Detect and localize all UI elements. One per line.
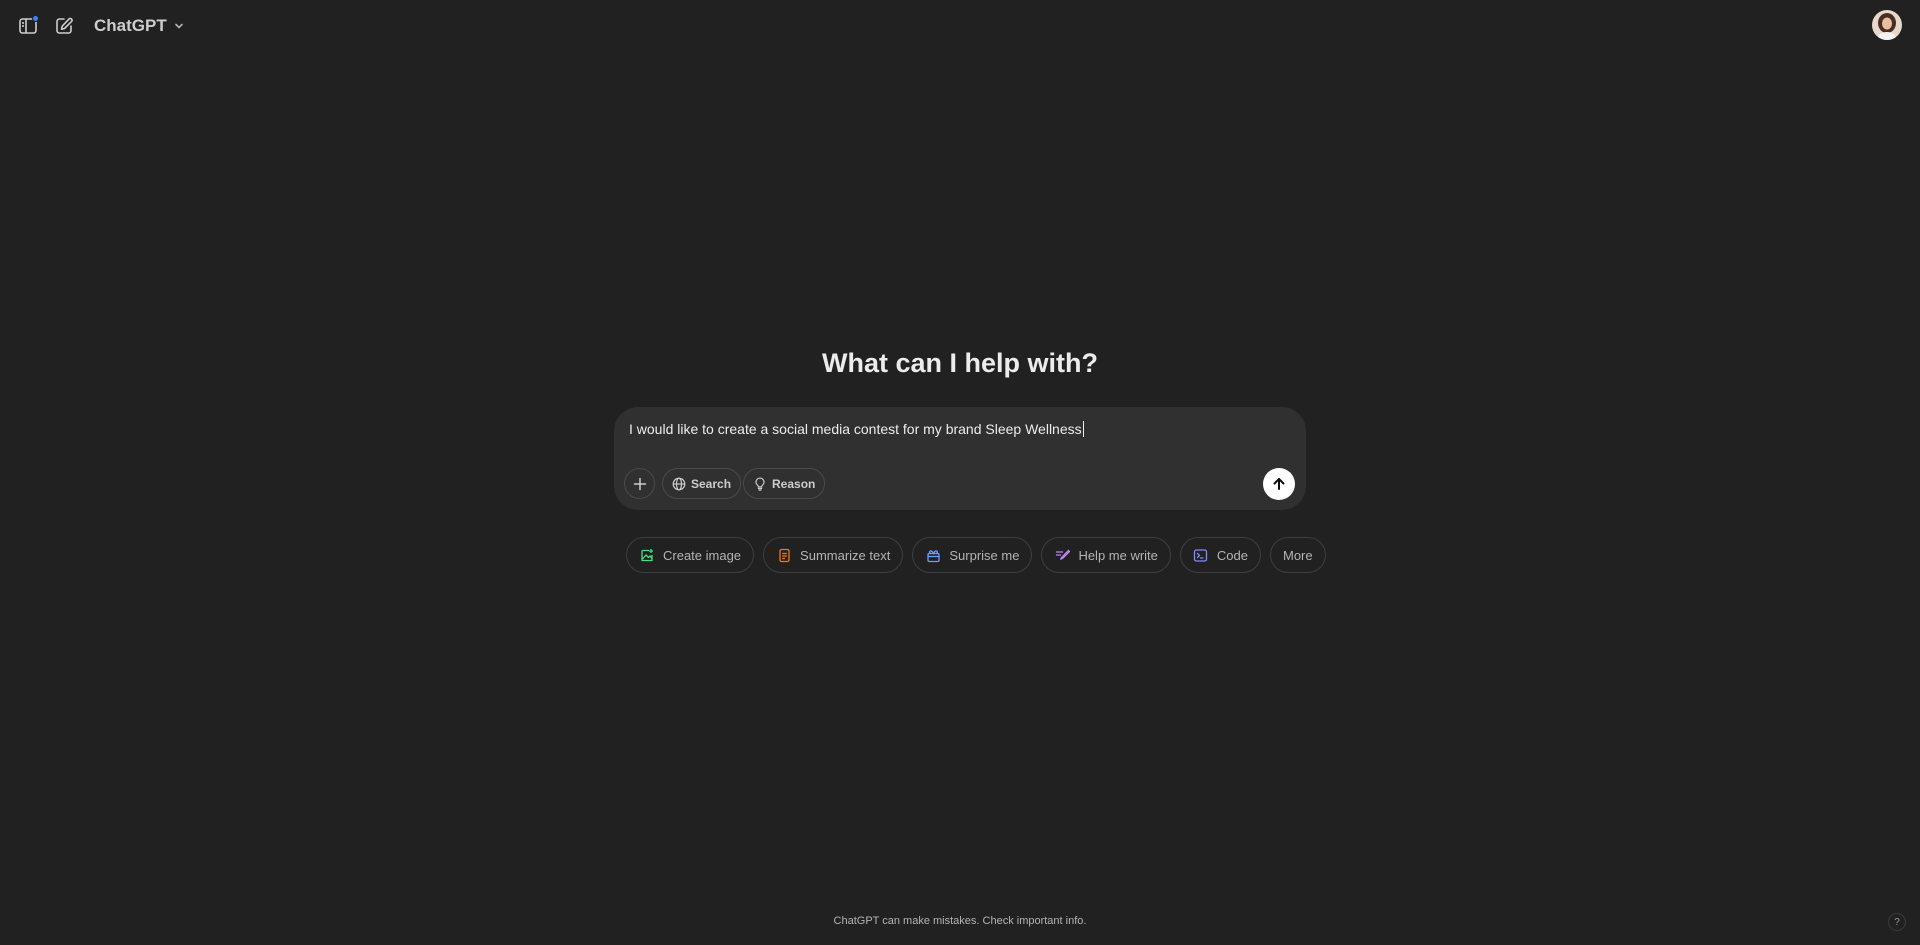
- text-caret: [1082, 421, 1084, 437]
- suggestion-chips: Create image Summarize text Surprise me: [626, 537, 1326, 573]
- help-button[interactable]: ?: [1888, 913, 1906, 931]
- chatgpt-page: ChatGPT What can I help with? I would li…: [0, 0, 1920, 945]
- model-selector[interactable]: ChatGPT: [88, 12, 191, 40]
- compose-icon: [56, 17, 73, 34]
- prompt-input[interactable]: I would like to create a social media co…: [629, 421, 1084, 437]
- gift-icon: [925, 547, 941, 563]
- attach-button[interactable]: [624, 468, 655, 499]
- suggestion-surprise-me[interactable]: Surprise me: [912, 537, 1033, 573]
- sidebar-toggle-button[interactable]: [10, 8, 46, 44]
- prompt-input-value: I would like to create a social media co…: [629, 421, 1082, 437]
- image-icon: [639, 547, 655, 563]
- suggestion-label: More: [1282, 547, 1313, 563]
- top-bar: ChatGPT: [0, 0, 1920, 52]
- suggestion-label: Help me write: [1078, 547, 1158, 563]
- chevron-down-icon: [174, 23, 183, 29]
- search-tool-label: Search: [691, 476, 732, 491]
- reason-tool-button[interactable]: Reason: [743, 468, 826, 499]
- suggestion-create-image[interactable]: Create image: [626, 537, 755, 573]
- suggestion-label: Code: [1216, 547, 1248, 563]
- notification-dot: [32, 15, 39, 22]
- search-tool-button[interactable]: Search: [662, 468, 742, 499]
- reason-tool-label: Reason: [772, 476, 816, 491]
- user-avatar-icon: [1872, 10, 1902, 40]
- suggestion-summarize-text[interactable]: Summarize text: [763, 537, 904, 573]
- suggestion-label: Create image: [663, 547, 742, 563]
- prompt-composer: I would like to create a social media co…: [614, 407, 1306, 510]
- disclaimer: ChatGPT can make mistakes. Check importa…: [833, 915, 1087, 927]
- document-icon: [776, 547, 792, 563]
- page-title: What can I help with?: [822, 348, 1098, 378]
- globe-icon: [672, 477, 686, 490]
- suggestion-label: Surprise me: [949, 547, 1020, 563]
- plus-icon: [633, 477, 646, 490]
- suggestion-code[interactable]: Code: [1179, 537, 1261, 573]
- model-name: ChatGPT: [94, 16, 167, 35]
- lightbulb-icon: [755, 476, 765, 491]
- suggestion-label: Summarize text: [800, 547, 891, 563]
- send-button[interactable]: [1263, 468, 1295, 500]
- suggestion-help-me-write[interactable]: Help me write: [1041, 537, 1171, 573]
- new-chat-button[interactable]: [46, 8, 82, 44]
- avatar[interactable]: [1872, 10, 1902, 40]
- code-icon: [1193, 547, 1209, 563]
- suggestion-more[interactable]: More: [1269, 537, 1326, 573]
- pen-icon: [1054, 547, 1070, 563]
- arrow-up-icon: [1273, 478, 1285, 490]
